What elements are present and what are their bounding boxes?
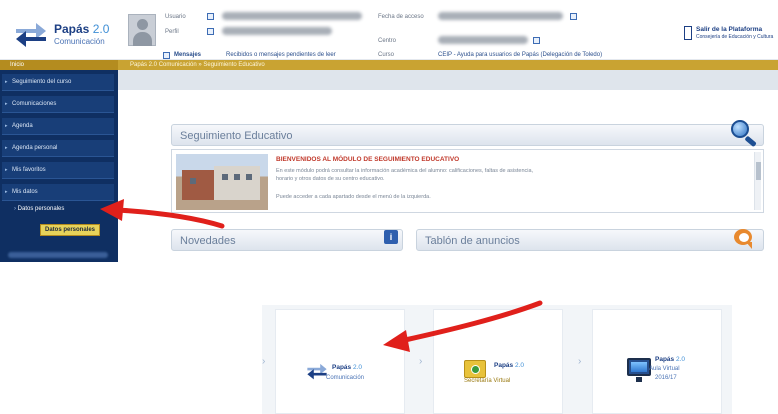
welcome-text-line-3: Puede acceder a cada apartado desde el m… bbox=[276, 194, 431, 200]
tile-separator-icon: › bbox=[578, 356, 582, 367]
redacted-user-name bbox=[222, 12, 362, 20]
tile-brand: Papás 2.0 bbox=[332, 364, 363, 371]
datos-personales-button[interactable]: Datos personales bbox=[40, 224, 100, 236]
welcome-text-line-2: horario y otros datos de su centro educa… bbox=[276, 176, 385, 182]
tile-subtitle: Secretaría Virtual bbox=[464, 378, 511, 384]
papas-arrows-icon bbox=[16, 23, 46, 47]
tile-brand: Papás 2.0 bbox=[655, 356, 686, 363]
sidebar-subitem-datos-personales[interactable]: Datos personales bbox=[14, 206, 65, 212]
profile-card-icon[interactable] bbox=[207, 28, 214, 35]
logo-brand: Papás 2.0 bbox=[54, 22, 110, 36]
info-small-icon[interactable] bbox=[570, 13, 577, 20]
sidebar-item-agenda-personal[interactable]: Agenda personal bbox=[2, 140, 114, 157]
field-label-profile: Perfil bbox=[165, 29, 179, 35]
messages-link[interactable]: Recibidos o mensajes pendientes de leer bbox=[226, 52, 336, 58]
sidebar-item-seguimiento[interactable]: Seguimiento del curso bbox=[2, 74, 114, 91]
seguimiento-panel-body: BIENVENIDOS AL MÓDULO DE SEGUIMIENTO EDU… bbox=[171, 149, 764, 213]
field-label-user: Usuario bbox=[165, 14, 186, 20]
centro-name: CEIP - Ayuda para usuarios de Papás (Del… bbox=[438, 52, 603, 58]
sidebar-item-comunicaciones[interactable]: Comunicaciones bbox=[2, 96, 114, 113]
redacted-profile bbox=[222, 27, 332, 35]
school-photo bbox=[176, 154, 268, 210]
content-top-strip bbox=[118, 70, 778, 90]
panel-scrollbar[interactable] bbox=[754, 152, 761, 210]
exit-platform-link[interactable]: Salir de la Plataforma Consejería de Edu… bbox=[684, 26, 774, 46]
magnifier-icon[interactable] bbox=[727, 118, 759, 148]
field-label-centro: Centro bbox=[378, 38, 397, 44]
seguimiento-title: Seguimiento Educativo bbox=[180, 130, 293, 142]
home-link[interactable]: Inicio bbox=[0, 60, 118, 70]
welcome-heading: BIENVENIDOS AL MÓDULO DE SEGUIMIENTO EDU… bbox=[276, 156, 460, 163]
sidebar-item-favoritos[interactable]: Mis favoritos bbox=[2, 162, 114, 179]
user-card-icon[interactable] bbox=[207, 13, 214, 20]
tablon-title: Tablón de anuncios bbox=[425, 235, 520, 247]
door-exit-icon bbox=[684, 26, 692, 40]
page: Papás 2.0 Comunicación Usuario Perfil Me… bbox=[0, 0, 778, 414]
monitor-icon bbox=[627, 358, 651, 382]
tile-secretaria-virtual[interactable]: Papás 2.0 Secretaría Virtual bbox=[433, 309, 563, 414]
tablon-panel-header[interactable]: Tablón de anuncios bbox=[416, 229, 764, 251]
header: Papás 2.0 Comunicación Usuario Perfil Me… bbox=[0, 0, 778, 60]
centro-info-icon[interactable] bbox=[533, 37, 540, 44]
sidebar-item-mis-datos[interactable]: Mis datos bbox=[2, 184, 114, 201]
folder-icon bbox=[464, 360, 486, 378]
speech-bubble-icon[interactable] bbox=[732, 229, 756, 249]
tile-subtitle: Aula Virtual bbox=[649, 366, 680, 372]
tile-papas-comunicacion[interactable]: Papás 2.0 Comunicación bbox=[275, 309, 405, 414]
novedades-title: Novedades bbox=[180, 235, 236, 247]
welcome-text-line-1: En este módulo podrá consultar la inform… bbox=[276, 168, 534, 174]
field-label-curso: Curso bbox=[378, 52, 395, 58]
papas-logo[interactable]: Papás 2.0 Comunicación bbox=[14, 16, 114, 52]
tile-school-year: 2016/17 bbox=[655, 375, 677, 381]
tile-separator-icon: › bbox=[419, 356, 423, 367]
tile-aula-virtual[interactable]: Papás 2.0 Aula Virtual 2016/17 bbox=[592, 309, 722, 414]
field-label-access-date: Fecha de acceso bbox=[378, 14, 424, 20]
tile-separator-icon: › bbox=[262, 356, 266, 367]
exit-subtitle: Consejería de Educación y Cultura bbox=[696, 34, 774, 40]
mail-icon bbox=[163, 52, 170, 59]
novedades-panel-header[interactable]: Novedades bbox=[171, 229, 403, 251]
navigation-bar: Inicio Papás 2.0 Comunicación » Seguimie… bbox=[0, 60, 778, 70]
redacted-access-date bbox=[438, 12, 563, 20]
sidebar-footer bbox=[8, 252, 108, 258]
logo-subtitle: Comunicación bbox=[54, 37, 105, 46]
sidebar: Seguimiento del curso Comunicaciones Age… bbox=[0, 70, 118, 262]
tile-subtitle: Comunicación bbox=[326, 375, 365, 381]
avatar bbox=[128, 14, 156, 46]
seguimiento-panel-header: Seguimiento Educativo bbox=[171, 124, 764, 146]
breadcrumb: Papás 2.0 Comunicación » Seguimiento Edu… bbox=[130, 62, 265, 68]
messages-label: Mensajes bbox=[174, 52, 202, 58]
exit-title: Salir de la Plataforma bbox=[696, 26, 763, 33]
tile-brand: Papás 2.0 bbox=[494, 362, 525, 369]
redacted-centro bbox=[438, 36, 528, 44]
sidebar-item-agenda[interactable]: Agenda bbox=[2, 118, 114, 135]
info-icon[interactable]: i bbox=[384, 230, 398, 244]
papas-arrows-icon bbox=[307, 363, 327, 380]
